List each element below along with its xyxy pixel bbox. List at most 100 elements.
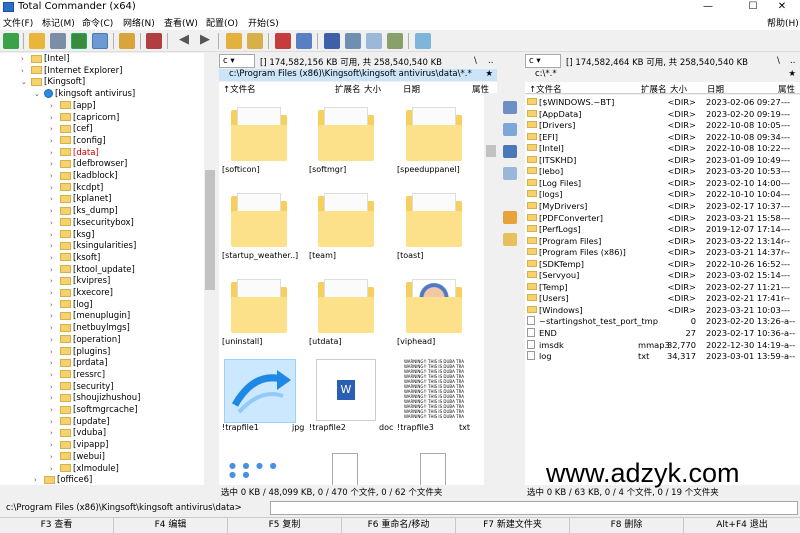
file-row[interactable]: [Windows] <DIR> 2023-03-21 10:03 --- <box>525 304 800 316</box>
tree-item[interactable]: › [xlmodule] <box>50 464 119 476</box>
expand-arrow-icon[interactable]: › <box>50 137 53 145</box>
thumbnail-item[interactable] <box>309 435 384 485</box>
right-up-button[interactable]: .. <box>790 56 795 66</box>
expand-arrow-icon[interactable]: › <box>50 336 53 344</box>
tree-item[interactable]: › [kxecore] <box>50 288 113 300</box>
thumbnail-item[interactable]: [startup_weather..] <box>222 185 298 265</box>
file-row[interactable]: [$WINDOWS.~BT] <DIR> 2023-02-06 09:27 --- <box>525 96 800 108</box>
expand-arrow-icon[interactable]: › <box>50 324 53 332</box>
menu-view[interactable]: 查看(W) <box>164 16 198 29</box>
file-row[interactable]: END 27 2023-02-17 10:36 -a-- <box>525 327 800 339</box>
ftp-new-icon[interactable] <box>296 33 312 49</box>
tree-item[interactable]: › [Intel] <box>21 54 69 66</box>
full-view-icon[interactable] <box>50 33 66 49</box>
expand-arrow-icon[interactable]: › <box>50 301 53 309</box>
menu-commands[interactable]: 命令(C) <box>82 16 113 29</box>
invert-selection-icon[interactable] <box>119 33 135 49</box>
thumbnail-item[interactable]: [speeduppanel] <box>397 99 472 179</box>
thumbnail-item[interactable]: !trapfile1 jpg <box>222 357 304 437</box>
left-favorites-star[interactable]: ★ <box>485 69 493 80</box>
tree-item[interactable]: ⌄ [Kingsoft] <box>21 77 85 89</box>
expand-arrow-icon[interactable]: › <box>50 207 53 215</box>
refresh-icon[interactable] <box>3 33 19 49</box>
copy-icon[interactable] <box>503 101 517 114</box>
expand-arrow-icon[interactable]: › <box>50 254 53 262</box>
right-drive-select[interactable]: c ▾ <box>525 54 561 68</box>
tree-item[interactable]: › [kcdpt] <box>50 183 103 195</box>
thumbnail-item[interactable]: [softicon] <box>222 99 297 179</box>
tree-item[interactable]: › [netbuylmgs] <box>50 323 130 335</box>
menu-network[interactable]: 网络(N) <box>123 16 155 29</box>
file-row[interactable]: [PDFConverter] <DIR> 2023-03-21 15:58 --- <box>525 212 800 224</box>
tree-item[interactable]: › [softmgrcache] <box>50 405 138 417</box>
f4-edit-button[interactable]: F4 编辑 <box>114 518 228 533</box>
compare-icon[interactable] <box>387 33 403 49</box>
expand-arrow-icon[interactable]: › <box>50 394 53 402</box>
collapse-arrow-icon[interactable]: ⌄ <box>21 78 27 86</box>
notepad-icon[interactable] <box>415 33 431 49</box>
thumbnail-item[interactable]: [uninstall] <box>222 271 297 351</box>
expand-arrow-icon[interactable]: › <box>50 149 53 157</box>
back-icon[interactable]: ◀ <box>176 33 192 49</box>
thumbnail-view-icon[interactable] <box>71 33 87 49</box>
expand-arrow-icon[interactable]: › <box>50 465 53 473</box>
expand-arrow-icon[interactable]: › <box>50 125 53 133</box>
expand-arrow-icon[interactable]: › <box>21 67 24 75</box>
tree-item[interactable]: › [ksg] <box>50 230 94 242</box>
pack-icon[interactable] <box>146 33 162 49</box>
tree-item[interactable]: › [kplanet] <box>50 194 111 206</box>
tree-item[interactable]: › [capricorn] <box>50 113 119 125</box>
expand-arrow-icon[interactable]: › <box>50 406 53 414</box>
thumbnail-item[interactable]: [toast] <box>397 185 472 265</box>
tree-item[interactable]: › [prdata] <box>50 358 108 370</box>
tree-item[interactable]: › [ksecuritybox] <box>50 218 134 230</box>
right-path-bar[interactable]: c:\*.* ★ <box>525 69 800 81</box>
expand-arrow-icon[interactable]: › <box>50 172 53 180</box>
expand-arrow-icon[interactable]: › <box>50 429 53 437</box>
tree-item[interactable]: › [app] <box>50 101 96 113</box>
properties-icon[interactable] <box>503 233 517 246</box>
expand-arrow-icon[interactable]: › <box>50 160 53 168</box>
expand-arrow-icon[interactable]: › <box>50 242 53 250</box>
file-row[interactable]: [AppData] <DIR> 2023-02-20 09:19 --- <box>525 108 800 120</box>
zip-icon[interactable] <box>226 33 242 49</box>
tree-item[interactable]: › [defbrowser] <box>50 159 127 171</box>
tree-item[interactable]: › [kadblock] <box>50 171 118 183</box>
menu-help[interactable]: 帮助(H) <box>767 16 799 29</box>
tree-view-icon[interactable] <box>92 33 108 49</box>
move-icon[interactable] <box>503 123 517 136</box>
file-row[interactable]: [Intel] <DIR> 2022-10-08 10:22 --- <box>525 142 800 154</box>
tree-item[interactable]: › [menuplugin] <box>50 311 130 323</box>
left-drive-select[interactable]: c ▾ <box>219 54 255 68</box>
file-row[interactable]: [Temp] <DIR> 2023-02-27 11:21 --- <box>525 281 800 293</box>
file-row[interactable]: [lebo] <DIR> 2023-03-20 10:53 --- <box>525 165 800 177</box>
forward-icon[interactable]: ▶ <box>197 33 213 49</box>
file-row[interactable]: [EFI] <DIR> 2022-10-08 09:34 --- <box>525 131 800 143</box>
file-row[interactable]: [ITSKHD] <DIR> 2023-01-09 10:49 --- <box>525 154 800 166</box>
file-row[interactable]: [logs] <DIR> 2022-10-10 10:04 --- <box>525 188 800 200</box>
file-row[interactable]: [PerfLogs] <DIR> 2019-12-07 17:14 --- <box>525 223 800 235</box>
file-row[interactable]: [SDKTemp] <DIR> 2022-10-26 16:52 --- <box>525 258 800 270</box>
minimize-button[interactable]: — <box>690 0 726 14</box>
expand-arrow-icon[interactable]: › <box>50 231 53 239</box>
right-col-name[interactable]: ↑文件名 <box>529 83 562 95</box>
f5-copy-button[interactable]: F5 复制 <box>228 518 342 533</box>
expand-arrow-icon[interactable]: › <box>50 289 53 297</box>
tree-item[interactable]: › [operation] <box>50 335 120 347</box>
tree-item[interactable]: › [office6] <box>34 475 92 485</box>
thumbnail-item[interactable]: ● ● ● ● ● ● <box>222 435 297 485</box>
expand-arrow-icon[interactable]: › <box>50 371 53 379</box>
file-row[interactable]: log txt 34,317 2023-03-01 13:59 -a-- <box>525 350 800 362</box>
left-root-button[interactable]: \ <box>474 56 477 66</box>
f6-move-button[interactable]: F6 重命名/移动 <box>342 518 456 533</box>
expand-arrow-icon[interactable]: › <box>50 312 53 320</box>
tree-item[interactable]: › [config] <box>50 136 106 148</box>
tree-item[interactable]: › [ktool_update] <box>50 265 135 277</box>
expand-arrow-icon[interactable]: › <box>50 441 53 449</box>
f3-view-button[interactable]: F3 查看 <box>0 518 114 533</box>
tree-item[interactable]: › [ksingularities] <box>50 241 136 253</box>
ftp-icon[interactable] <box>275 33 291 49</box>
multi-rename-icon[interactable] <box>345 33 361 49</box>
expand-arrow-icon[interactable]: › <box>34 476 37 484</box>
right-root-button[interactable]: \ <box>777 56 780 66</box>
